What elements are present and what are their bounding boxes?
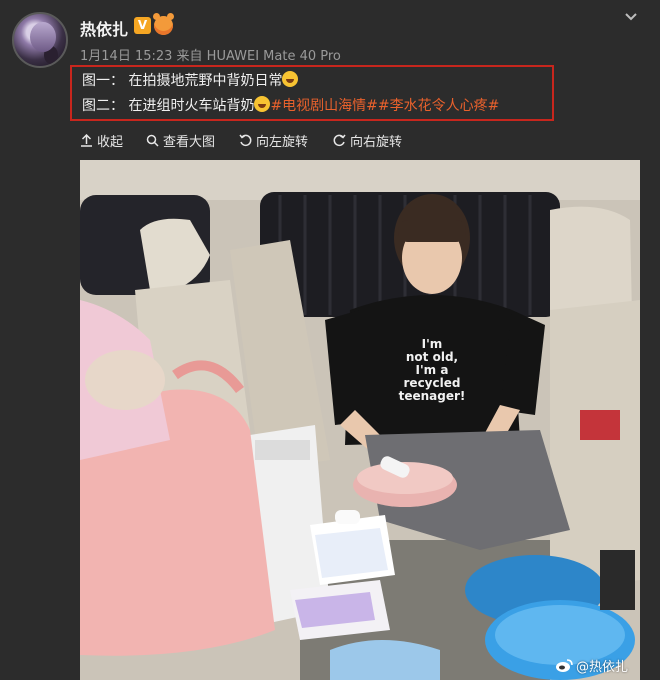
caption-line-1: 图一： 在拍摄地荒野中背奶日常 (82, 70, 299, 90)
post-header: 热依扎 V 1月14日 15:23 来自 HUAWEI Mate 40 Pro … (0, 0, 660, 122)
verified-badge: V (134, 17, 151, 34)
rotate-right-icon (333, 134, 346, 147)
watermark: @热依扎 (555, 656, 628, 675)
caption-line-2-text: 图二： 在进组时火车站背奶 (82, 98, 255, 114)
username[interactable]: 热依扎 (80, 16, 128, 40)
caption-line-1-text: 图一： 在拍摄地荒野中背奶日常 (82, 73, 283, 89)
watermark-text: @热依扎 (576, 660, 629, 675)
arrow-up-icon (81, 134, 92, 147)
avatar[interactable] (12, 12, 68, 68)
photo-illustration: I'm not old, I'm a recycled teenager! (80, 160, 640, 680)
post-photo[interactable]: I'm not old, I'm a recycled teenager! (80, 160, 640, 680)
chevron-down-icon[interactable] (624, 10, 638, 24)
view-large-label: 查看大图 (163, 135, 216, 150)
search-icon (146, 134, 159, 147)
hashtag-link[interactable]: #电视剧山海情# (270, 98, 377, 114)
caption-highlight: 图一： 在拍摄地荒野中背奶日常 图二： 在进组时火车站背奶 #电视剧山海情##李水… (70, 65, 554, 121)
rotate-right-button[interactable]: 向右旋转 (333, 131, 402, 150)
bear-icon (153, 13, 174, 35)
rotate-left-label: 向左旋转 (256, 135, 309, 150)
weibo-icon (556, 658, 573, 672)
caption-line-2: 图二： 在进组时火车站背奶 #电视剧山海情##李水花令人心疼# (82, 95, 499, 115)
rotate-left-icon (239, 134, 252, 147)
collapse-label: 收起 (97, 135, 124, 150)
post-meta: 1月14日 15:23 来自 HUAWEI Mate 40 Pro (80, 49, 341, 64)
laugh-emoji-icon (282, 71, 299, 87)
rotate-right-label: 向右旋转 (350, 135, 403, 150)
hashtag-link[interactable]: #李水花令人心疼# (378, 98, 499, 114)
collapse-button[interactable]: 收起 (80, 131, 123, 150)
rotate-left-button[interactable]: 向左旋转 (239, 131, 308, 150)
view-large-button[interactable]: 查看大图 (146, 131, 215, 150)
laugh-emoji-icon (254, 96, 271, 112)
